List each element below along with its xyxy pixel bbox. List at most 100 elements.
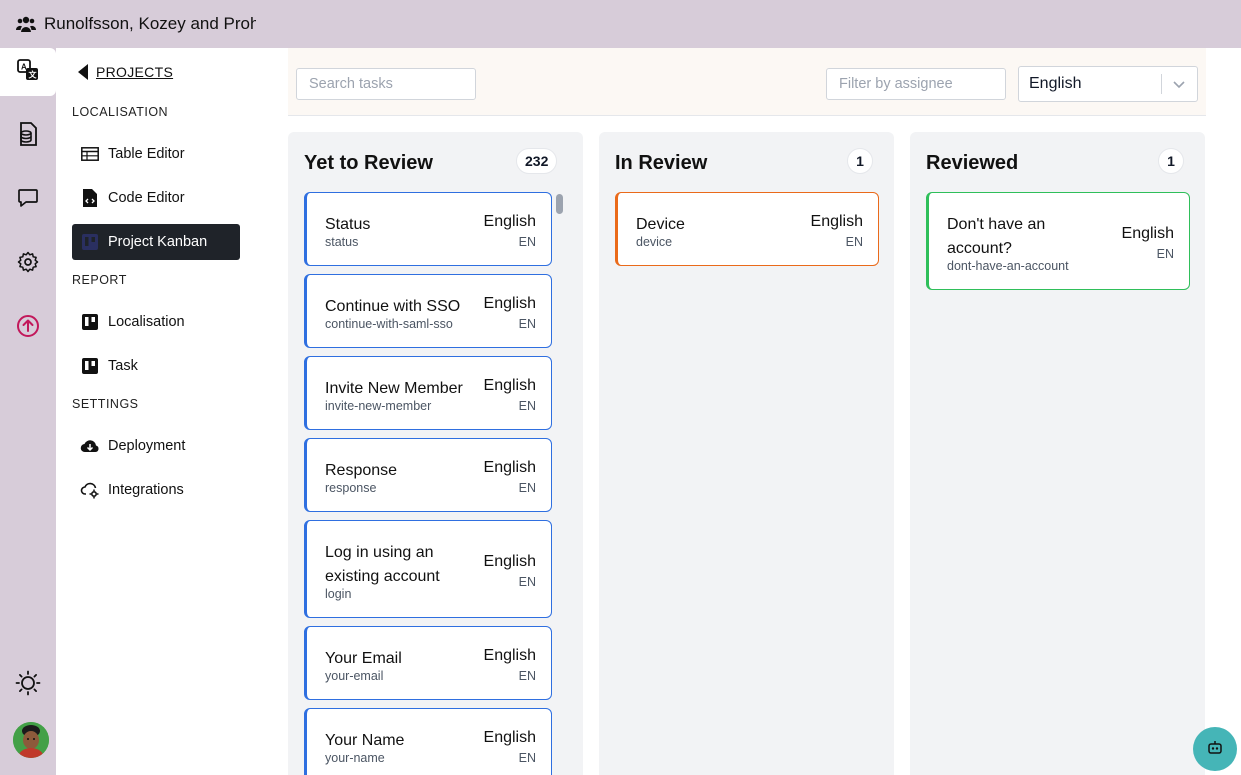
- sun-icon: [15, 670, 41, 701]
- rail-settings[interactable]: [0, 240, 56, 288]
- column-in-review: In Review 1 Device device English EN: [599, 132, 894, 775]
- column-scrollbar[interactable]: [556, 194, 563, 214]
- avatar[interactable]: [13, 722, 49, 758]
- card-key: your-email: [325, 669, 384, 683]
- organization-name[interactable]: Runolfsson, Kozey and Prohaska: [44, 14, 256, 34]
- gear-icon: [17, 251, 39, 278]
- card-title: Status: [325, 216, 371, 233]
- kanban-toolbar: English: [288, 48, 1206, 116]
- rail-database[interactable]: [0, 112, 56, 160]
- column-reviewed: Reviewed 1 Don't have an account? dont-h…: [910, 132, 1205, 775]
- card-language: English: [1121, 225, 1174, 242]
- task-card[interactable]: Continue with SSO continue-with-saml-sso…: [304, 274, 552, 348]
- report-icon: [80, 356, 100, 376]
- card-language-code: EN: [518, 317, 536, 331]
- back-to-projects-link[interactable]: PROJECTS: [78, 64, 173, 80]
- card-language-code: EN: [518, 669, 536, 683]
- rail-translate[interactable]: A文: [0, 48, 56, 96]
- table-icon: [80, 144, 100, 164]
- card-language-code: EN: [518, 751, 536, 765]
- column-count-badge: 1: [1158, 148, 1184, 174]
- card-title: Invite New Member: [325, 380, 463, 397]
- card-language: English: [483, 213, 536, 230]
- card-title: Your Name: [325, 732, 405, 749]
- nav-label: Code Editor: [108, 190, 185, 206]
- card-language-code: EN: [518, 399, 536, 413]
- column-title: Reviewed: [926, 152, 1019, 174]
- select-separator: [1161, 74, 1162, 94]
- task-card[interactable]: Response response English EN: [304, 438, 552, 512]
- column-title: Yet to Review: [304, 152, 433, 174]
- card-title: Log in using an existing account: [325, 544, 440, 585]
- card-key: continue-with-saml-sso: [325, 317, 453, 331]
- card-key: dont-have-an-account: [947, 259, 1069, 273]
- nav-localisation-report[interactable]: Localisation: [72, 304, 240, 340]
- task-card[interactable]: Status status English EN: [304, 192, 552, 266]
- nav-label: Table Editor: [108, 146, 185, 162]
- translate-icon: A文: [16, 58, 40, 87]
- rail-chat[interactable]: [0, 176, 56, 224]
- section-label-localisation: LOCALISATION: [72, 105, 169, 119]
- card-language-code: EN: [1156, 247, 1174, 261]
- card-language-code: EN: [518, 235, 536, 249]
- card-language: English: [483, 459, 536, 476]
- nav-table-editor[interactable]: Table Editor: [72, 136, 240, 172]
- card-key: login: [325, 587, 352, 601]
- nav-project-kanban[interactable]: Project Kanban: [72, 224, 240, 260]
- card-title: Don't have an account?: [947, 216, 1046, 257]
- card-language: English: [483, 377, 536, 394]
- card-language: English: [483, 553, 536, 570]
- card-language: English: [483, 295, 536, 312]
- card-language-code: EN: [518, 575, 536, 589]
- task-card[interactable]: Your Email your-email English EN: [304, 626, 552, 700]
- task-card[interactable]: Your Name your-name English EN: [304, 708, 552, 775]
- card-language: English: [483, 729, 536, 746]
- task-card[interactable]: Device device English EN: [615, 192, 879, 266]
- task-card[interactable]: Don't have an account? dont-have-an-acco…: [926, 192, 1190, 290]
- section-label-report: REPORT: [72, 273, 127, 287]
- theme-toggle[interactable]: [0, 661, 56, 709]
- language-select-value: English: [1029, 75, 1082, 92]
- nav-label: Deployment: [108, 438, 186, 454]
- column-count-badge: 1: [847, 148, 873, 174]
- task-card[interactable]: Log in using an existing account login E…: [304, 520, 552, 618]
- nav-label: Project Kanban: [108, 234, 208, 250]
- team-icon: [16, 14, 36, 34]
- nav-label: Localisation: [108, 314, 185, 330]
- caret-left-icon: [78, 64, 88, 80]
- card-title: Continue with SSO: [325, 298, 461, 315]
- card-language: English: [483, 647, 536, 664]
- upload-icon: [16, 314, 40, 343]
- card-title: Device: [636, 216, 685, 233]
- rail-upload[interactable]: [0, 304, 56, 352]
- card-title: Your Email: [325, 650, 402, 667]
- search-tasks-input[interactable]: [296, 68, 476, 100]
- database-icon: [16, 121, 40, 152]
- icon-rail: A文: [0, 48, 56, 775]
- back-link-label: PROJECTS: [96, 64, 174, 80]
- nav-label: Task: [108, 358, 138, 374]
- card-key: device: [636, 235, 673, 249]
- assistant-button[interactable]: [1193, 727, 1237, 771]
- card-key: status: [325, 235, 359, 249]
- report-icon: [80, 312, 100, 332]
- card-key: invite-new-member: [325, 399, 432, 413]
- chevron-down-icon: [1171, 76, 1187, 97]
- card-key: response: [325, 481, 377, 495]
- language-select[interactable]: English: [1018, 66, 1198, 102]
- column-title: In Review: [615, 152, 708, 174]
- nav-task-report[interactable]: Task: [72, 348, 240, 384]
- column-yet-to-review: Yet to Review 232 Status status English …: [288, 132, 583, 775]
- task-card[interactable]: Invite New Member invite-new-member Engl…: [304, 356, 552, 430]
- assignee-filter-input[interactable]: [826, 68, 1006, 100]
- svg-text:文: 文: [29, 69, 38, 79]
- card-key: your-name: [325, 751, 385, 765]
- nav-code-editor[interactable]: Code Editor: [72, 180, 240, 216]
- nav-integrations[interactable]: Integrations: [72, 472, 240, 508]
- cloud-gear-icon: [80, 480, 100, 500]
- main-content: English Yet to Review 232 Status status …: [288, 48, 1241, 775]
- card-language: English: [810, 213, 863, 230]
- kanban-icon: [80, 232, 100, 252]
- card-title: Response: [325, 462, 398, 479]
- nav-deployment[interactable]: Deployment: [72, 428, 240, 464]
